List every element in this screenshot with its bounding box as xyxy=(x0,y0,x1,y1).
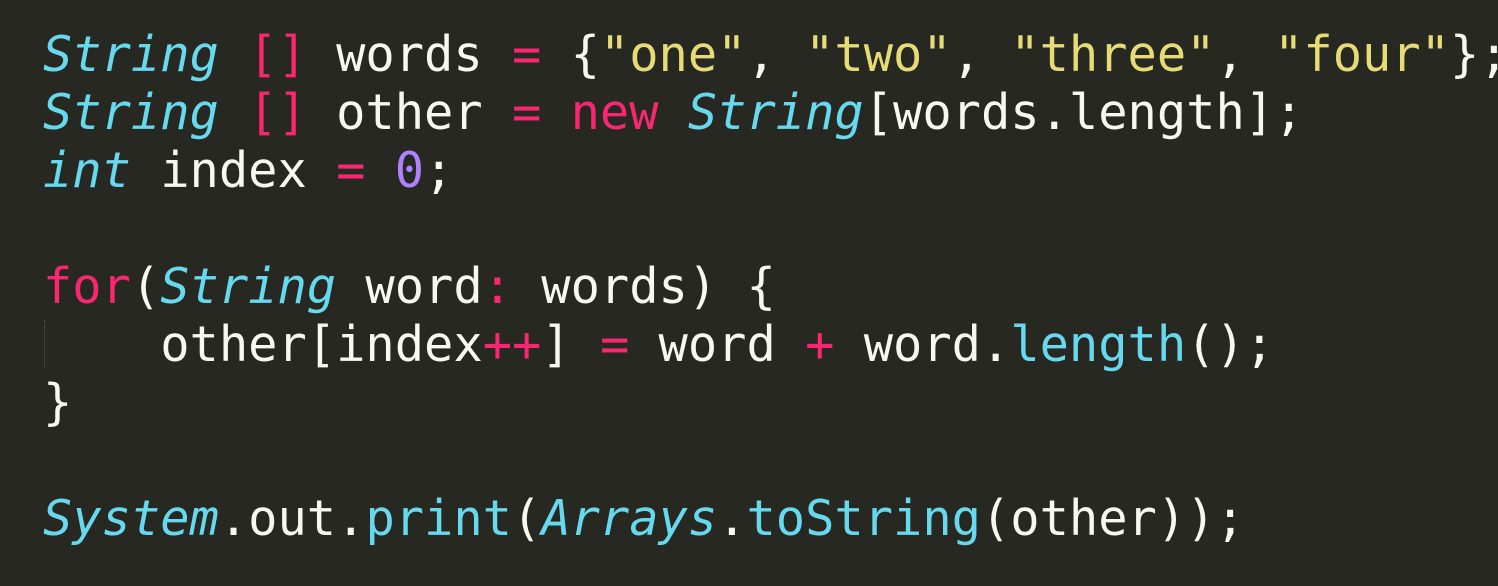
method-token: print xyxy=(365,491,512,547)
method-token: length xyxy=(1010,317,1187,373)
plain-token: . xyxy=(717,491,747,547)
plain-token: , xyxy=(951,27,1011,83)
plain-token: ( xyxy=(130,259,161,315)
code-line[interactable]: } xyxy=(43,374,1498,432)
plain-token: }; xyxy=(1450,27,1498,83)
code-line[interactable]: int index = 0; xyxy=(43,142,1498,200)
plain-token: other xyxy=(306,85,512,141)
indent-guide xyxy=(44,320,45,368)
operator-token: = xyxy=(336,143,366,199)
operator-token: [] xyxy=(248,85,307,141)
string-token: "one" xyxy=(599,27,747,83)
plain-token: { xyxy=(541,27,600,83)
plain-token: index xyxy=(130,143,337,199)
code-line[interactable]: ​ xyxy=(43,432,1498,490)
code-line[interactable]: other[index++] = word + word.length(); xyxy=(43,316,1498,374)
type-token: int xyxy=(43,143,131,199)
plain-token: ; xyxy=(424,143,454,199)
code-area[interactable]: String [] words = {"one", "two", "three"… xyxy=(43,26,1498,548)
plain-token: .out. xyxy=(218,491,366,547)
operator-token: ++ xyxy=(482,317,542,373)
keyword-token: new xyxy=(570,85,659,141)
type-token: System xyxy=(43,491,219,547)
type-token: String xyxy=(687,85,864,141)
code-line[interactable]: String [] words = {"one", "two", "three"… xyxy=(43,26,1498,84)
plain-token: [words.length]; xyxy=(863,85,1304,141)
plain-token: words xyxy=(306,27,512,83)
plain-token: } xyxy=(43,375,73,431)
plain-token: word. xyxy=(834,317,1011,373)
plain-token: word xyxy=(629,317,806,373)
method-token: toString xyxy=(746,491,982,547)
plain-token: , xyxy=(1215,27,1275,83)
number-token: 0 xyxy=(394,143,425,199)
code-line[interactable]: for(String word: words) { xyxy=(43,258,1498,316)
operator-token: + xyxy=(805,317,835,373)
plain-token: , xyxy=(746,27,806,83)
code-editor[interactable]: String [] words = {"one", "two", "three"… xyxy=(0,0,1498,586)
keyword-token: for xyxy=(43,259,131,315)
operator-token: = xyxy=(512,27,542,83)
plain-token: words) { xyxy=(512,259,776,315)
code-line[interactable]: System.out.print(Arrays.toString(other))… xyxy=(43,490,1498,548)
type-token: String xyxy=(160,259,337,315)
operator-token: [] xyxy=(248,27,307,83)
code-line[interactable]: ​ xyxy=(43,200,1498,258)
code-line[interactable]: String [] other = new String[words.lengt… xyxy=(43,84,1498,142)
operator-token: = xyxy=(512,85,542,141)
plain-token: other[index xyxy=(43,317,483,373)
type-token: String xyxy=(43,27,219,83)
plain-token: word xyxy=(336,259,483,315)
string-token: "two" xyxy=(805,27,952,83)
operator-token: = xyxy=(599,317,630,373)
plain-token: ] xyxy=(541,317,600,373)
string-token: "three" xyxy=(1010,27,1216,83)
plain-token: (); xyxy=(1186,317,1275,373)
plain-token: ( xyxy=(512,491,542,547)
plain-token: (other)); xyxy=(981,491,1245,547)
string-token: "four" xyxy=(1274,27,1450,83)
operator-token: : xyxy=(482,259,512,315)
type-token: String xyxy=(43,85,219,141)
type-token: Arrays xyxy=(541,491,718,547)
